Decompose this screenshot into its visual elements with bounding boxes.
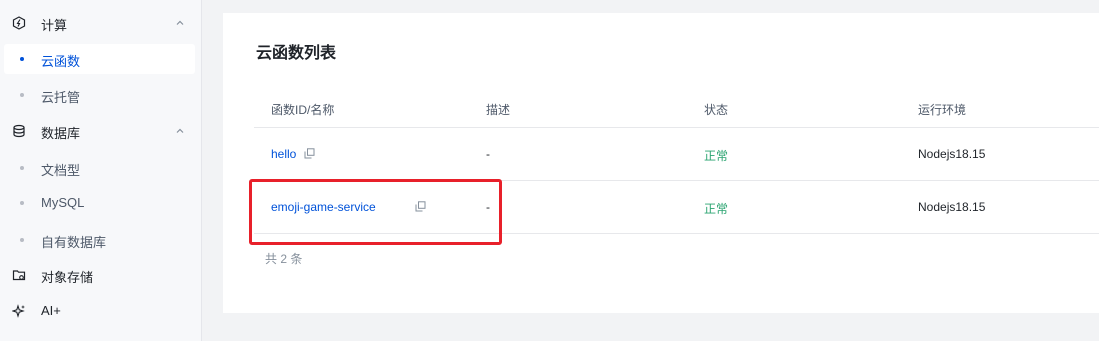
total-count: 共 2 条 [265, 252, 303, 266]
sidebar-group-database[interactable]: 数据库 [0, 116, 195, 146]
column-header-runtime: 运行环境 [918, 103, 967, 117]
sidebar-item-document-db[interactable]: 文档型 [0, 153, 195, 183]
runtime-value: Nodejs18.15 [918, 147, 986, 161]
copy-icon[interactable] [415, 201, 426, 212]
sidebar-item-label: 云函数 [41, 54, 81, 69]
sidebar-item-label: 自有数据库 [41, 235, 107, 250]
bullet-dot [20, 166, 24, 170]
sidebar-group-label: 对象存储 [41, 270, 94, 285]
sidebar-group-label: 数据库 [41, 126, 81, 141]
sidebar-item-mysql[interactable]: MySQL [0, 188, 195, 218]
table-row: emoji-game-service - 正常 Nodejs18.15 [254, 181, 1099, 234]
function-name-link[interactable]: emoji-game-service [271, 200, 376, 214]
compute-icon [12, 16, 26, 30]
sidebar-group-label: 计算 [41, 18, 68, 33]
status-badge: 正常 [704, 149, 729, 163]
sidebar-item-cloud-hosting[interactable]: 云托管 [0, 80, 195, 110]
runtime-value: Nodejs18.15 [918, 200, 986, 214]
chevron-up-icon[interactable] [175, 18, 185, 28]
column-header-status: 状态 [704, 103, 729, 117]
copy-icon[interactable] [304, 148, 315, 159]
bullet-dot [20, 201, 24, 205]
function-description: - [486, 200, 490, 214]
database-icon [13, 124, 25, 138]
sidebar-item-cloud-function[interactable]: 云函数 [4, 44, 195, 74]
sidebar-item-label: 云托管 [41, 90, 81, 105]
function-description: - [486, 147, 490, 161]
sidebar-item-label: 文档型 [41, 163, 81, 178]
table-row: hello - 正常 Nodejs18.15 [254, 128, 1099, 181]
chevron-up-icon[interactable] [175, 126, 185, 136]
storage-icon [12, 270, 26, 281]
table-header: 函数ID/名称 描述 状态 运行环境 [254, 88, 1099, 128]
sidebar-item-own-database[interactable]: 自有数据库 [0, 225, 195, 255]
page-title: 云函数列表 [256, 45, 337, 62]
function-list-card: 云函数列表 函数ID/名称 描述 状态 运行环境 hello - 正常 Node… [223, 13, 1099, 313]
function-name-link[interactable]: hello [271, 147, 296, 161]
column-header-description: 描述 [486, 103, 511, 117]
column-header-name: 函数ID/名称 [271, 103, 335, 117]
bullet-dot [20, 93, 24, 97]
sidebar-item-label: MySQL [41, 195, 85, 210]
sidebar-group-object-storage[interactable]: 对象存储 [0, 260, 195, 290]
bullet-dot [20, 238, 24, 242]
bullet-dot [20, 57, 24, 61]
sparkle-icon [12, 304, 25, 318]
sidebar-group-compute[interactable]: 计算 [0, 8, 195, 38]
sidebar: 计算 云函数 云托管 数据库 文档型 MySQL 自有数据库 对象存储 AI+ [0, 0, 202, 341]
status-badge: 正常 [704, 202, 729, 216]
sidebar-group-label: AI+ [41, 303, 61, 318]
sidebar-group-ai[interactable]: AI+ [0, 296, 195, 326]
